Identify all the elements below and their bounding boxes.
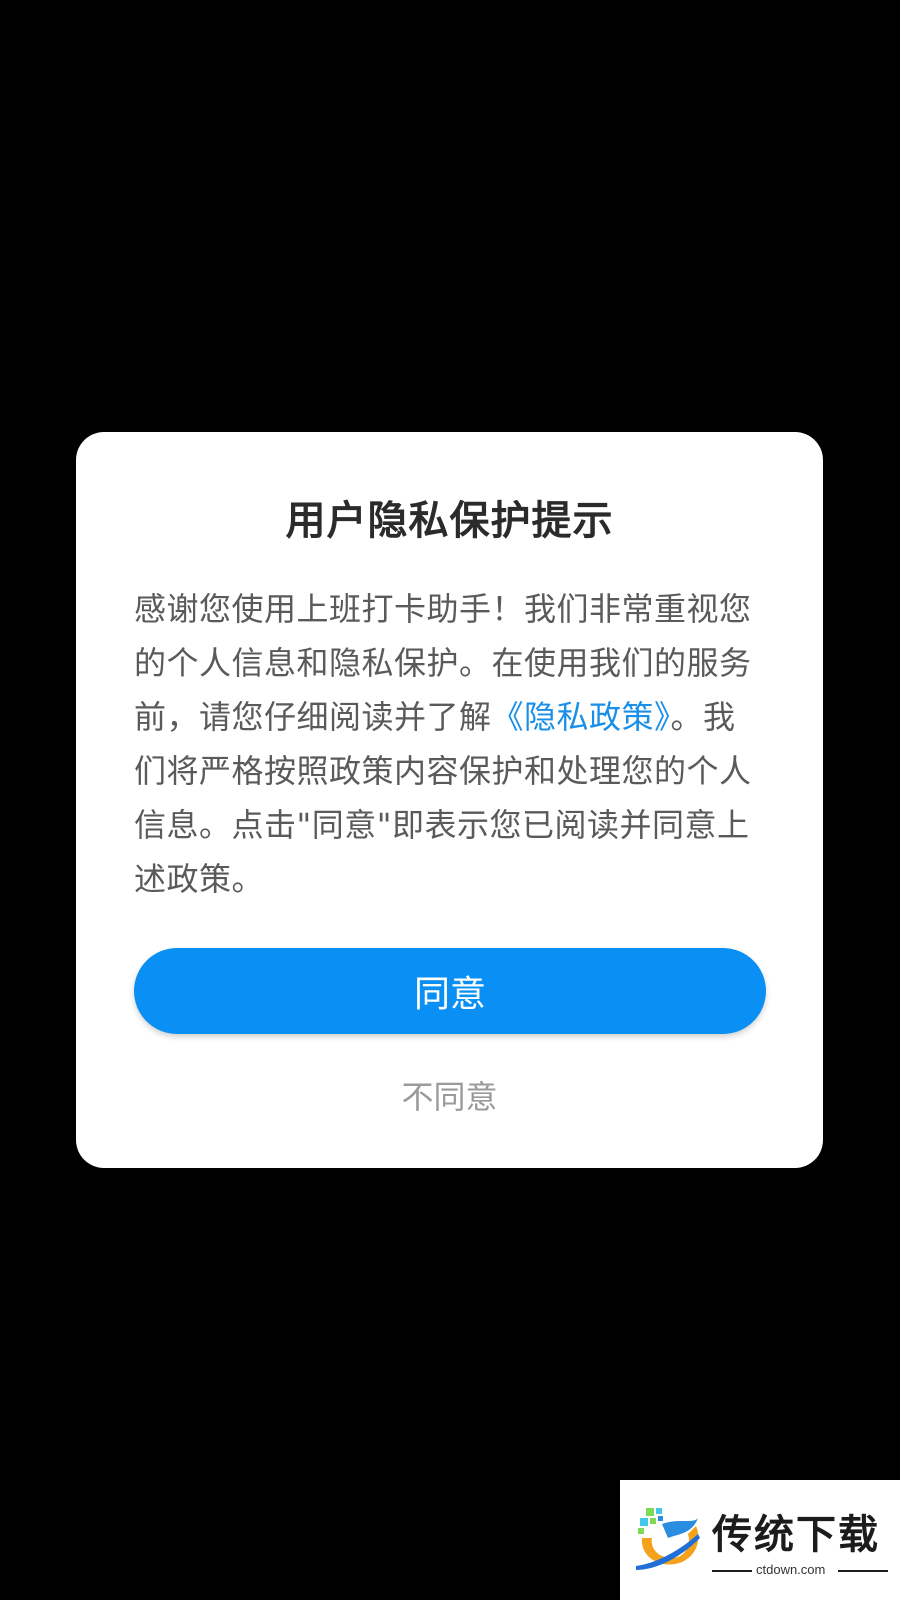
agree-button[interactable]: 同意 <box>134 948 766 1034</box>
watermark-rule-right <box>838 1570 888 1572</box>
watermark-brand: 传统下载 <box>712 1512 880 1558</box>
watermark-rule-left <box>712 1570 752 1572</box>
dialog-body: 感谢您使用上班打卡助手！我们非常重视您的个人信息和隐私保护。在使用我们的服务前，… <box>134 582 766 906</box>
watermark-domain: ctdown.com <box>756 1562 826 1577</box>
screen: 用户隐私保护提示 感谢您使用上班打卡助手！我们非常重视您的个人信息和隐私保护。在… <box>0 0 900 1600</box>
privacy-dialog: 用户隐私保护提示 感谢您使用上班打卡助手！我们非常重视您的个人信息和隐私保护。在… <box>76 432 823 1168</box>
ctdown-logo-icon <box>636 1508 700 1570</box>
privacy-policy-link[interactable]: 《隐私政策》 <box>492 698 671 736</box>
dialog-title: 用户隐私保护提示 <box>285 498 614 544</box>
watermark: 传统下载 ctdown.com <box>620 1480 900 1600</box>
disagree-button[interactable]: 不同意 <box>76 1072 823 1118</box>
